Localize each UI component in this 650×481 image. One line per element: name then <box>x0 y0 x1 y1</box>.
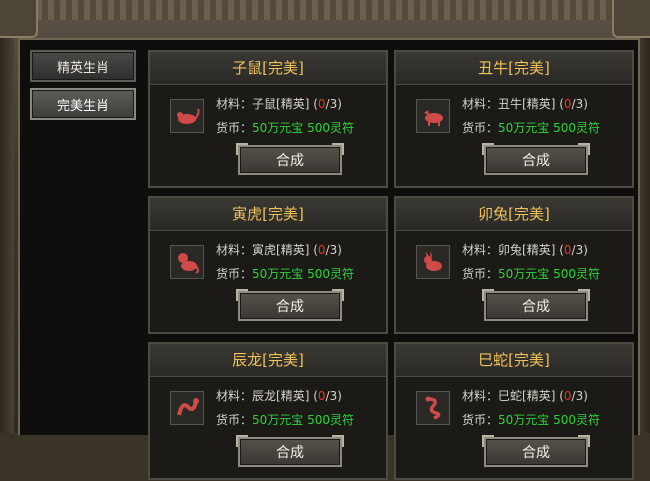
dragon-icon <box>170 391 204 425</box>
frame-corner-ornament <box>0 0 38 38</box>
card-title: 子鼠[完美] <box>150 52 386 85</box>
craft-button[interactable]: 合成 <box>482 435 590 467</box>
zodiac-panel: 精英生肖 完美生肖 子鼠[完美] 材料：子鼠[精英] (0/3) 货币：50万元… <box>18 38 640 480</box>
currency-line: 货币：50万元宝 500灵符 <box>216 267 355 281</box>
zodiac-card: 丑牛[完美] 材料：丑牛[精英] (0/3) 货币：50万元宝 500灵符 合成 <box>394 50 634 188</box>
material-line: 材料：丑牛[精英] (0/3) <box>462 97 588 111</box>
rat-icon <box>170 99 204 133</box>
material-line: 材料：辰龙[精英] (0/3) <box>216 389 342 403</box>
card-title: 寅虎[完美] <box>150 198 386 231</box>
material-line: 材料：巳蛇[精英] (0/3) <box>462 389 588 403</box>
material-line: 材料：卯兔[精英] (0/3) <box>462 243 588 257</box>
material-line: 材料：寅虎[精英] (0/3) <box>216 243 342 257</box>
currency-line: 货币：50万元宝 500灵符 <box>462 121 601 135</box>
card-title: 卯兔[完美] <box>396 198 632 231</box>
craft-button[interactable]: 合成 <box>482 289 590 321</box>
currency-line: 货币：50万元宝 500灵符 <box>216 413 355 427</box>
currency-line: 货币：50万元宝 500灵符 <box>462 267 601 281</box>
window-frame: 精英生肖 完美生肖 子鼠[完美] 材料：子鼠[精英] (0/3) 货币：50万元… <box>0 0 650 480</box>
zodiac-card: 子鼠[完美] 材料：子鼠[精英] (0/3) 货币：50万元宝 500灵符 合成 <box>148 50 388 188</box>
frame-corner-ornament <box>612 0 650 38</box>
zodiac-card: 寅虎[完美] 材料：寅虎[精英] (0/3) 货币：50万元宝 500灵符 合成 <box>148 196 388 334</box>
sidebar: 精英生肖 完美生肖 <box>30 50 140 126</box>
card-title: 丑牛[完美] <box>396 52 632 85</box>
rabbit-icon <box>416 245 450 279</box>
snake-icon <box>416 391 450 425</box>
currency-line: 货币：50万元宝 500灵符 <box>216 121 355 135</box>
tiger-icon <box>170 245 204 279</box>
frame-left-border <box>0 0 14 433</box>
card-title: 辰龙[完美] <box>150 344 386 377</box>
zodiac-card: 卯兔[完美] 材料：卯兔[精英] (0/3) 货币：50万元宝 500灵符 合成 <box>394 196 634 334</box>
currency-line: 货币：50万元宝 500灵符 <box>462 413 601 427</box>
tab-perfect-zodiac[interactable]: 完美生肖 <box>30 88 136 120</box>
frame-top-border <box>0 0 650 20</box>
craft-button[interactable]: 合成 <box>236 435 344 467</box>
craft-button[interactable]: 合成 <box>482 143 590 175</box>
zodiac-card: 辰龙[完美] 材料：辰龙[精英] (0/3) 货币：50万元宝 500灵符 合成 <box>148 342 388 480</box>
material-line: 材料：子鼠[精英] (0/3) <box>216 97 342 111</box>
ox-icon <box>416 99 450 133</box>
card-title: 巳蛇[完美] <box>396 344 632 377</box>
craft-button[interactable]: 合成 <box>236 143 344 175</box>
tab-elite-zodiac[interactable]: 精英生肖 <box>30 50 136 82</box>
craft-button[interactable]: 合成 <box>236 289 344 321</box>
zodiac-card: 巳蛇[完美] 材料：巳蛇[精英] (0/3) 货币：50万元宝 500灵符 合成 <box>394 342 634 480</box>
